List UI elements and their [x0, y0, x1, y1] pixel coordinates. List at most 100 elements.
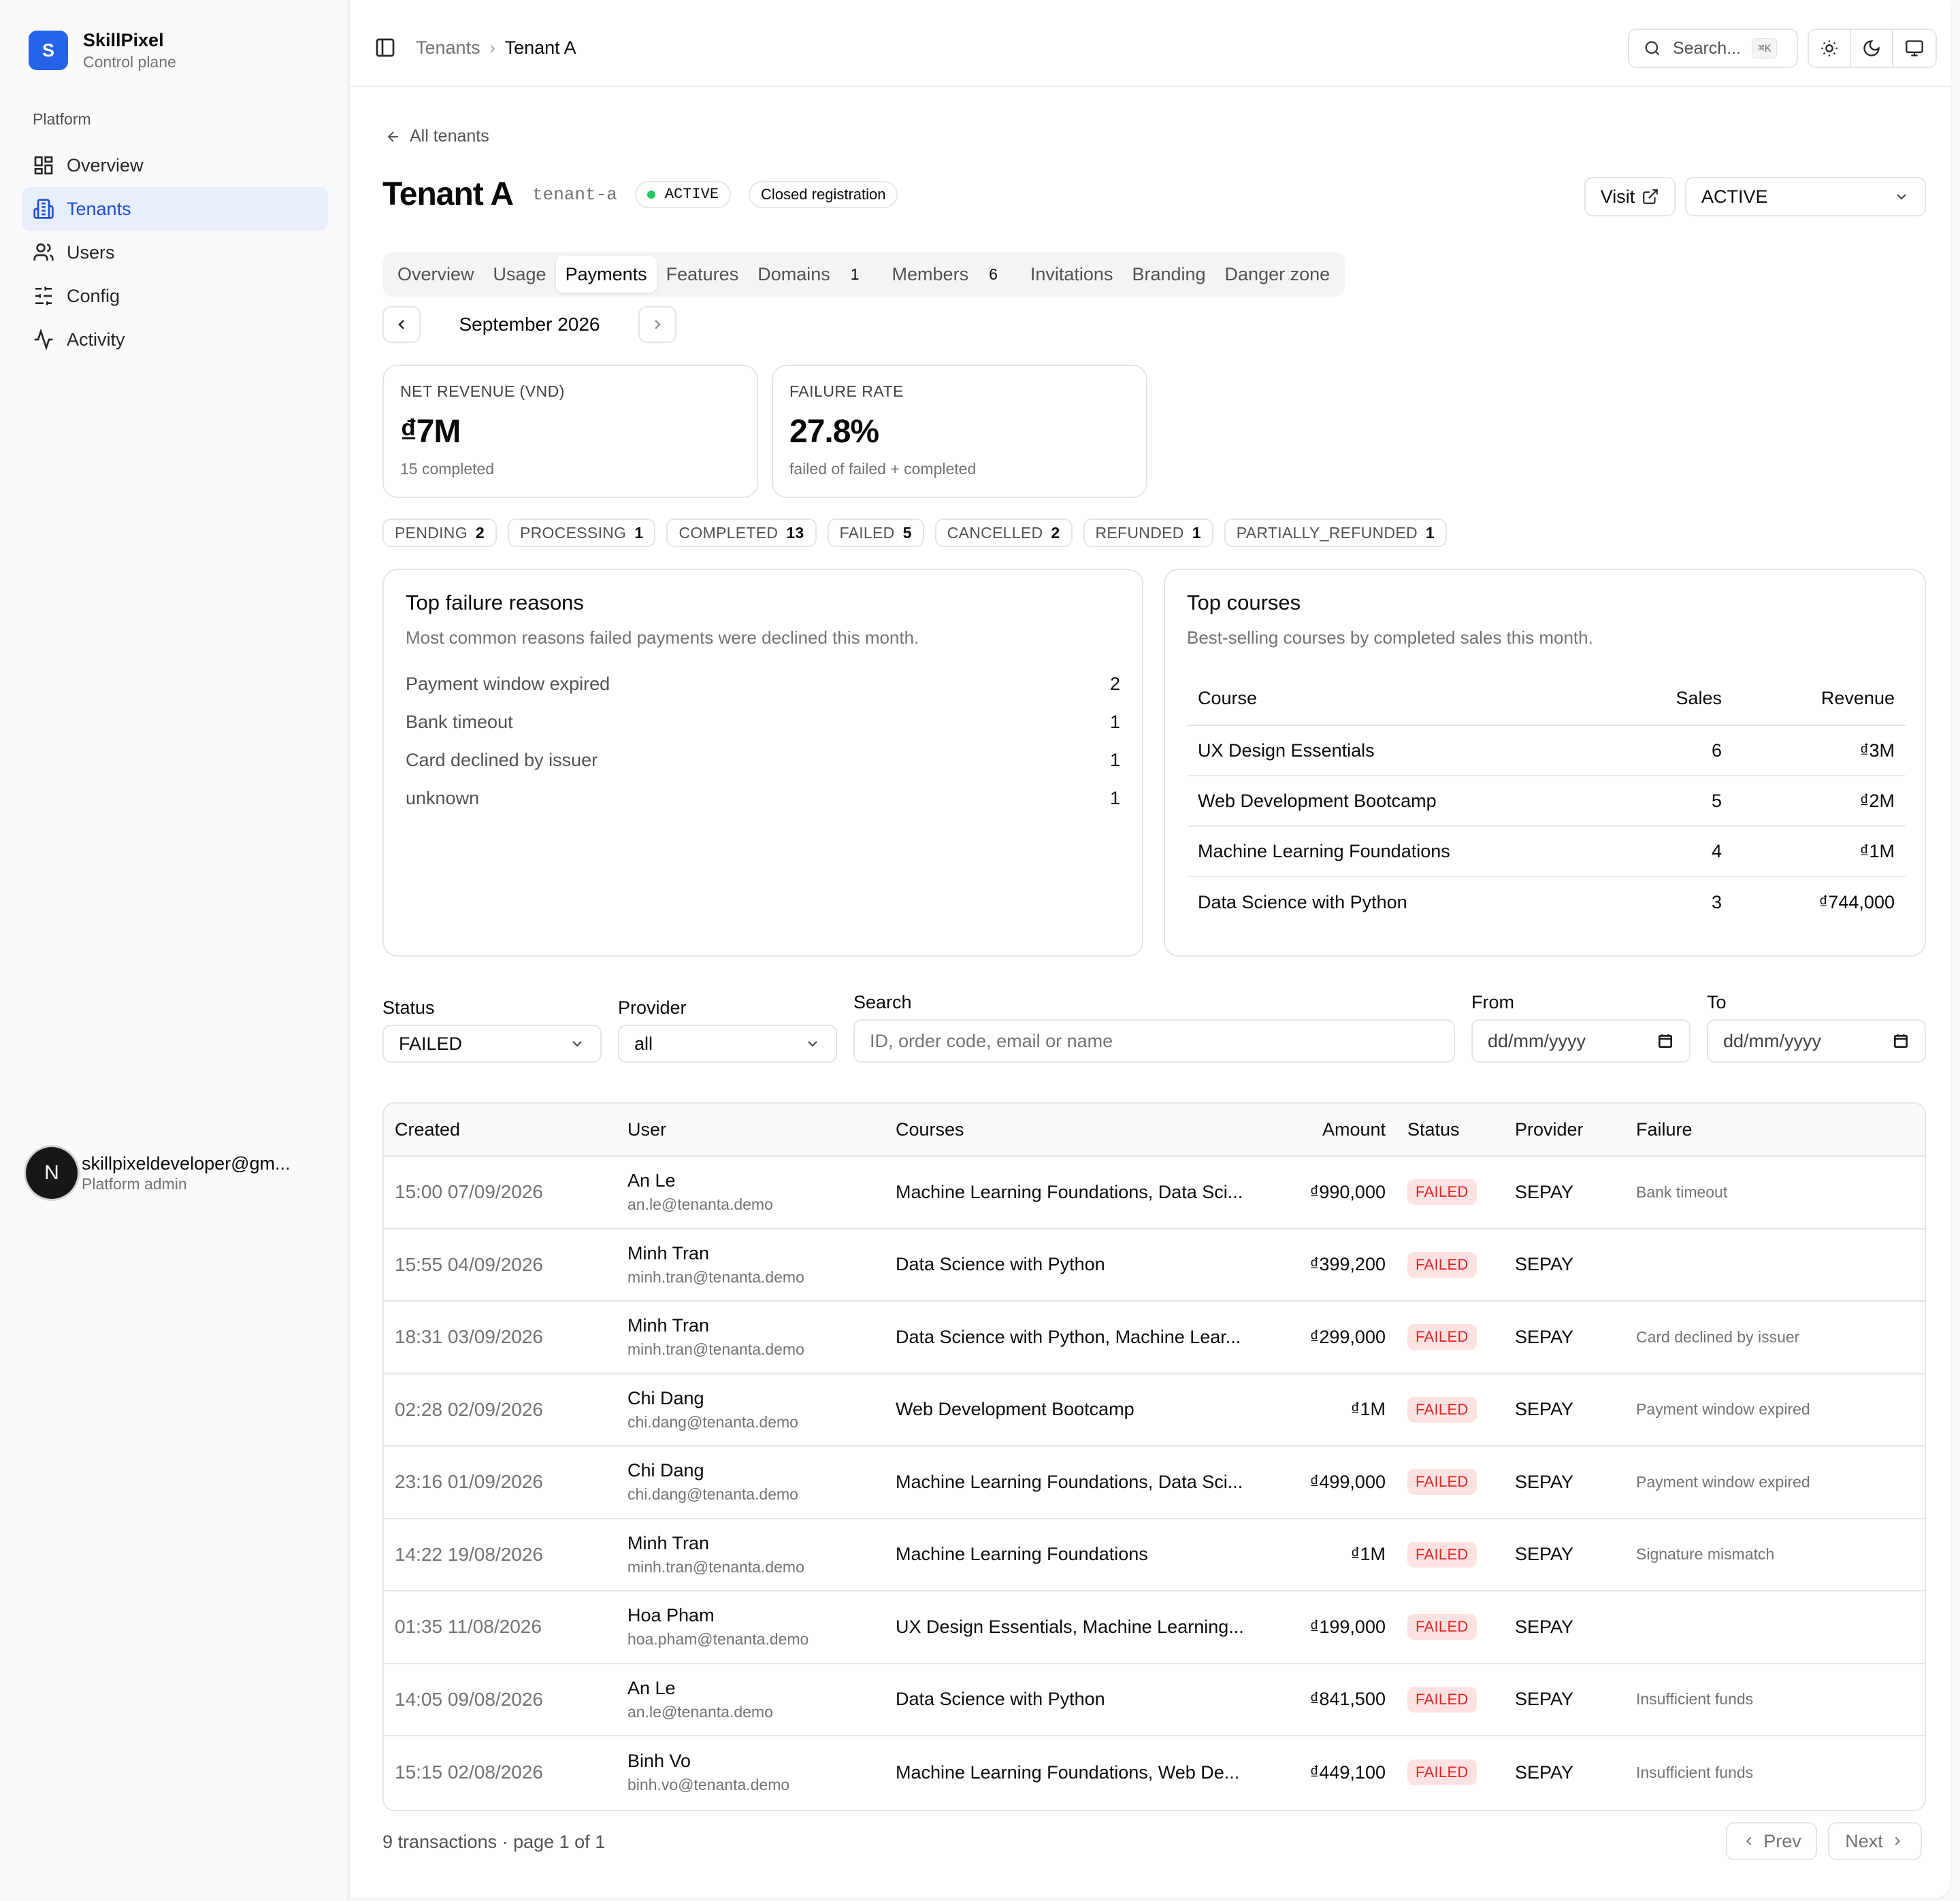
user-cell: Chi Dang chi.dang@tenanta.demo	[627, 1460, 896, 1504]
chip-count: 1	[1192, 523, 1201, 542]
tab-features[interactable]: Features	[657, 256, 749, 293]
user-cell: Minh Tran minh.tran@tenanta.demo	[627, 1315, 896, 1359]
status-chip-processing[interactable]: PROCESSING 1	[508, 518, 656, 547]
status-filter-select[interactable]: FAILED	[382, 1025, 602, 1063]
from-date-input[interactable]: dd/mm/yyyy	[1471, 1019, 1690, 1063]
sidebar-item-config[interactable]: Config	[22, 274, 328, 318]
tab-bar: Overview Usage Payments Features Domains…	[382, 252, 1345, 297]
tab-domains[interactable]: Domains 1	[748, 256, 868, 293]
tab-usage[interactable]: Usage	[484, 256, 556, 293]
reason-list: Payment window expired 2 Bank timeout 1 Ca…	[406, 665, 1120, 817]
tenant-status-select[interactable]: ACTIVE	[1685, 177, 1926, 216]
sidebar-toggle-icon[interactable]	[374, 37, 396, 59]
back-link[interactable]: All tenants	[385, 127, 489, 146]
tab-overview[interactable]: Overview	[388, 256, 484, 293]
user-cell: Minh Tran minh.tran@tenanta.demo	[627, 1243, 896, 1287]
amount-cell: ₫299,000	[1309, 1326, 1386, 1347]
user-email: binh.vo@tenanta.demo	[627, 1776, 790, 1794]
status-cell: FAILED	[1392, 1251, 1515, 1278]
search-placeholder: ID, order code, email or name	[870, 1030, 1113, 1051]
calendar-icon[interactable]	[1656, 1032, 1674, 1050]
failure-rate-card: FAILURE RATE 27.8% failed of failed + co…	[772, 365, 1147, 498]
course-sales: 3	[1711, 891, 1722, 912]
reason-label: unknown	[406, 787, 480, 808]
sidebar-item-users[interactable]: Users	[22, 231, 328, 274]
table-row[interactable]: 15:15 02/08/2026 Binh Vo binh.vo@tenanta.d…	[384, 1736, 1925, 1809]
sidebar-nav: Overview Tenants Users Config Activity	[22, 144, 328, 361]
system-theme-button[interactable]	[1893, 30, 1936, 67]
column-header: Failure	[1636, 1119, 1693, 1140]
sidebar-item-activity[interactable]: Activity	[22, 318, 328, 361]
next-month-button[interactable]	[638, 306, 676, 343]
table-row[interactable]: 15:00 07/09/2026 An Le an.le@tenanta.demo M…	[384, 1157, 1925, 1229]
to-date-placeholder: dd/mm/yyyy	[1723, 1030, 1822, 1051]
dark-theme-button[interactable]	[1851, 30, 1893, 67]
failure-cell: Payment window expired	[1636, 1472, 1810, 1491]
transactions-table: Created User Courses Amount Status Provi…	[382, 1102, 1926, 1811]
course-revenue: ₫3M	[1859, 740, 1895, 761]
users-icon	[33, 243, 54, 261]
tab-payments[interactable]: Payments	[555, 256, 657, 293]
chevron-right-icon: ›	[489, 38, 495, 57]
month-label: September 2026	[459, 314, 600, 335]
reason-count: 1	[1109, 711, 1120, 732]
search-shortcut: ⌘K	[1752, 38, 1778, 59]
table-row[interactable]: 23:16 01/09/2026 Chi Dang chi.dang@tenanta…	[384, 1447, 1925, 1519]
sidebar-item-overview[interactable]: Overview	[22, 144, 328, 187]
user-email: chi.dang@tenanta.demo	[627, 1485, 798, 1504]
main-panel: Tenants › Tenant A Search... ⌘K All tena…	[348, 0, 1952, 1898]
status-chip-pending[interactable]: PENDING 2	[382, 518, 497, 547]
user-email: hoa.pham@tenanta.demo	[627, 1630, 809, 1649]
chip-count: 1	[634, 523, 644, 542]
status-cell: FAILED	[1392, 1686, 1515, 1713]
table-row[interactable]: 01:35 11/08/2026 Hoa Pham hoa.pham@tenanta…	[384, 1591, 1925, 1664]
prev-page-button[interactable]: Prev	[1726, 1822, 1817, 1860]
user-menu[interactable]: N skillpixeldeveloper@gm... Platform adm…	[26, 1147, 320, 1199]
tab-invitations[interactable]: Invitations	[1021, 256, 1123, 293]
course-sales: 6	[1711, 740, 1722, 761]
status-dot	[647, 190, 655, 199]
visit-button[interactable]: Visit	[1584, 177, 1676, 216]
table-row[interactable]: 14:05 09/08/2026 An Le an.le@tenanta.demo D…	[384, 1664, 1925, 1736]
user-cell: Chi Dang chi.dang@tenanta.demo	[627, 1388, 896, 1432]
status-badge: FAILED	[1407, 1541, 1477, 1568]
user-name: An Le	[627, 1677, 676, 1698]
status-chip-partially-refunded[interactable]: PARTIALLY_REFUNDED 1	[1224, 518, 1448, 547]
status-chip-cancelled[interactable]: CANCELLED 2	[934, 518, 1073, 547]
sidebar-item-tenants[interactable]: Tenants	[22, 187, 328, 231]
created-cell: 15:55 04/09/2026	[395, 1253, 543, 1275]
table-row[interactable]: 18:31 03/09/2026 Minh Tran minh.tran@tenan…	[384, 1302, 1925, 1374]
tab-members[interactable]: Members 6	[883, 256, 1007, 293]
tab-danger-zone[interactable]: Danger zone	[1215, 256, 1340, 293]
user-email: minh.tran@tenanta.demo	[627, 1340, 804, 1359]
breadcrumb-tenants[interactable]: Tenants	[416, 37, 480, 59]
status-badge: ACTIVE	[634, 180, 732, 208]
user-email: an.le@tenanta.demo	[627, 1195, 773, 1214]
table-row[interactable]: 14:22 19/08/2026 Minh Tran minh.tran@tenan…	[384, 1519, 1925, 1591]
to-date-input[interactable]: dd/mm/yyyy	[1707, 1019, 1926, 1063]
courses-cell: Machine Learning Foundations	[896, 1544, 1148, 1565]
next-page-button[interactable]: Next	[1828, 1822, 1922, 1860]
prev-month-button[interactable]	[382, 306, 421, 343]
calendar-icon[interactable]	[1892, 1032, 1910, 1050]
created-cell: 15:00 07/09/2026	[395, 1181, 543, 1203]
status-chip-failed[interactable]: FAILED 5	[827, 518, 924, 547]
from-date-placeholder: dd/mm/yyyy	[1488, 1030, 1586, 1051]
search-filter-label: Search	[853, 992, 912, 1012]
search-input[interactable]: ID, order code, email or name	[853, 1019, 1455, 1063]
status-count-chips: PENDING 2 PROCESSING 1 COMPLETED 13 FAILED 5…	[382, 518, 1458, 547]
brand[interactable]: S SkillPixel Control plane	[29, 29, 176, 72]
provider-filter-select[interactable]: all	[618, 1025, 837, 1063]
monitor-icon	[1906, 40, 1923, 56]
provider-cell: SEPAY	[1515, 1471, 1574, 1492]
status-chip-completed[interactable]: COMPLETED 13	[666, 518, 817, 547]
table-row[interactable]: 02:28 02/09/2026 Chi Dang chi.dang@tenanta…	[384, 1374, 1925, 1447]
user-name: Binh Vo	[627, 1751, 691, 1772]
table-row[interactable]: 15:55 04/09/2026 Minh Tran minh.tran@tenan…	[384, 1229, 1925, 1302]
chip-label: PENDING	[395, 523, 468, 542]
tab-branding[interactable]: Branding	[1122, 256, 1215, 293]
status-cell: FAILED	[1392, 1469, 1515, 1495]
light-theme-button[interactable]	[1809, 30, 1851, 67]
search-button[interactable]: Search... ⌘K	[1628, 29, 1798, 68]
status-chip-refunded[interactable]: REFUNDED 1	[1083, 518, 1213, 547]
